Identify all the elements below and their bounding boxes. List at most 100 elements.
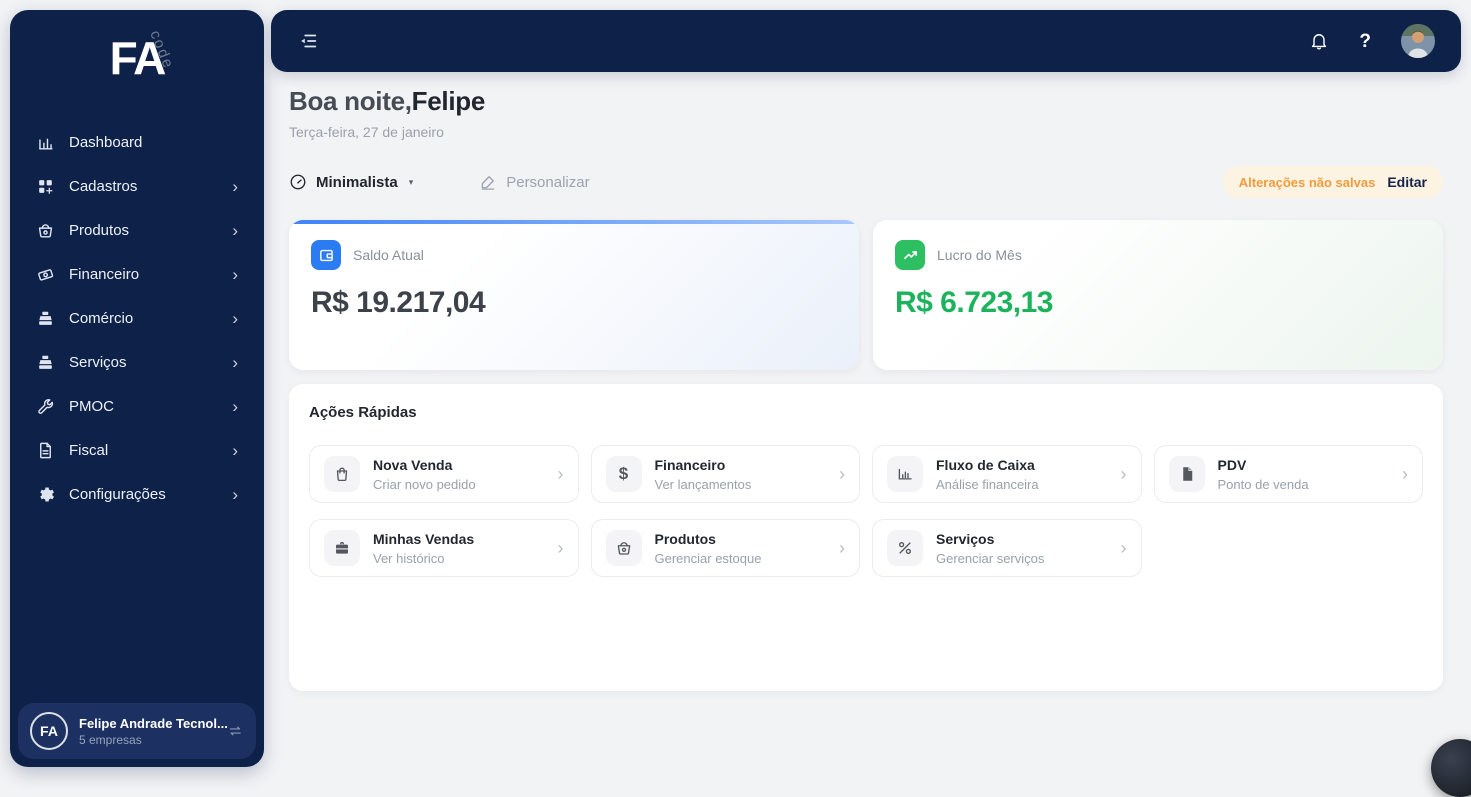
chevron-right-icon: ›	[232, 264, 238, 284]
action-servicos[interactable]: Serviços Gerenciar serviços ›	[872, 519, 1142, 577]
action-title: Financeiro	[654, 456, 726, 473]
chevron-right-icon: ›	[1120, 537, 1127, 558]
sidebar-item-label: Serviços	[69, 353, 127, 371]
sidebar-item-label: Configurações	[69, 485, 166, 503]
wallet-icon	[311, 240, 341, 270]
chevron-right-icon: ›	[232, 396, 238, 416]
sidebar-item-financeiro[interactable]: Financeiro ›	[24, 252, 250, 296]
action-subtitle: Gerenciar estoque	[654, 550, 762, 566]
action-minhas-vendas[interactable]: Minhas Vendas Ver histórico ›	[309, 519, 579, 577]
swap-icon	[227, 722, 244, 740]
sidebar-item-label: Cadastros	[69, 177, 138, 195]
action-nova-venda[interactable]: Nova Venda Criar novo pedido ›	[309, 445, 579, 503]
action-subtitle: Análise financeira	[936, 476, 1039, 492]
card-accent-line	[289, 220, 859, 224]
card-label: Saldo Atual	[353, 247, 424, 263]
edit-button[interactable]: Editar	[1387, 174, 1427, 190]
tab-personalizar[interactable]: Personalizar	[479, 173, 590, 191]
chevron-right-icon: ›	[839, 463, 845, 484]
action-subtitle: Ver lançamentos	[654, 476, 752, 492]
gauge-icon	[289, 173, 307, 191]
basket-icon	[36, 221, 55, 240]
card-label: Lucro do Mês	[937, 247, 1022, 263]
trending-up-icon	[895, 240, 925, 270]
sidebar-item-label: PMOC	[69, 397, 114, 415]
action-subtitle: Criar novo pedido	[373, 476, 476, 492]
chevron-right-icon: ›	[557, 463, 564, 484]
action-title: Fluxo de Caixa	[936, 456, 1035, 473]
receipt-icon	[1168, 456, 1205, 492]
tab-label: Personalizar	[506, 173, 590, 191]
chevron-right-icon: ›	[232, 440, 238, 460]
chart-icon	[887, 456, 923, 492]
action-financeiro[interactable]: $ Financeiro Ver lançamentos ›	[590, 445, 860, 503]
user-avatar[interactable]	[1401, 24, 1435, 58]
action-subtitle: Ver histórico	[373, 550, 445, 566]
chevron-right-icon: ›	[1120, 463, 1127, 484]
wrench-icon	[36, 397, 55, 416]
basket-icon	[605, 530, 642, 566]
sidebar: FA code Dashboard Cadastros › Produtos ›	[10, 10, 264, 767]
collapse-sidebar-icon[interactable]	[297, 30, 319, 52]
summary-cards: Saldo Atual R$ 19.217,04 Lucro do Mês R$…	[289, 220, 1443, 370]
banknote-icon	[36, 265, 55, 284]
greeting-name: Felipe	[411, 86, 486, 116]
unsaved-message: Alterações não salvas	[1238, 174, 1376, 190]
tools-icon	[887, 530, 923, 566]
chevron-right-icon: ›	[1402, 463, 1408, 484]
sidebar-item-servicos[interactable]: Serviços ›	[24, 340, 250, 384]
chevron-right-icon: ›	[839, 537, 845, 558]
chevron-right-icon: ›	[232, 484, 238, 504]
saldo-atual-value: R$ 19.217,04	[311, 286, 486, 319]
action-subtitle: Ponto de venda	[1217, 476, 1309, 492]
action-title: Serviços	[936, 530, 995, 547]
sidebar-item-label: Comércio	[69, 309, 134, 327]
lucro-do-mes-value: R$ 6.723,13	[895, 286, 1053, 319]
sidebar-item-comercio[interactable]: Comércio ›	[24, 296, 250, 340]
sidebar-item-cadastros[interactable]: Cadastros ›	[24, 164, 250, 208]
topbar: ?	[271, 10, 1461, 72]
company-switcher[interactable]: FA Felipe Andrade Tecnol... 5 empresas	[18, 703, 256, 759]
tab-label: Minimalista	[316, 173, 398, 191]
app-logo: FA code	[10, 10, 264, 106]
floating-action-button[interactable]	[1431, 739, 1471, 797]
action-produtos[interactable]: Produtos Gerenciar estoque ›	[590, 519, 860, 577]
grid-plus-icon	[36, 177, 55, 196]
cash-register-icon	[36, 309, 55, 328]
action-title: PDV	[1217, 456, 1247, 473]
bell-icon[interactable]	[1309, 31, 1329, 51]
company-name: Felipe Andrade Tecnol...	[79, 715, 228, 731]
quick-actions-grid: Nova Venda Criar novo pedido › $ Finance…	[309, 445, 1423, 577]
chevron-right-icon: ›	[557, 537, 564, 558]
sidebar-nav: Dashboard Cadastros › Produtos › Finance…	[10, 106, 264, 695]
action-fluxo-de-caixa[interactable]: Fluxo de Caixa Análise financeira ›	[872, 445, 1142, 503]
page-title: Boa noite,Felipe	[289, 86, 1443, 117]
sidebar-item-produtos[interactable]: Produtos ›	[24, 208, 250, 252]
bar-chart-icon	[36, 133, 55, 152]
greeting-date: Terça-feira, 27 de janeiro	[289, 124, 444, 140]
quick-actions-panel: Ações Rápidas Nova Venda Criar novo pedi…	[289, 384, 1443, 691]
action-pdv[interactable]: PDV Ponto de venda ›	[1153, 445, 1423, 503]
action-title: Nova Venda	[373, 456, 453, 473]
dollar-icon: $	[605, 456, 642, 492]
tab-minimalista[interactable]: Minimalista ▾	[289, 173, 413, 191]
sidebar-item-label: Financeiro	[69, 265, 140, 283]
sidebar-item-pmoc[interactable]: PMOC ›	[24, 384, 250, 428]
sidebar-item-dashboard[interactable]: Dashboard	[24, 120, 250, 164]
company-count: 5 empresas	[79, 732, 142, 747]
help-icon[interactable]: ?	[1359, 32, 1371, 51]
pen-icon	[479, 173, 497, 191]
gear-icon	[36, 485, 55, 504]
chevron-right-icon: ›	[232, 220, 238, 240]
action-title: Minhas Vendas	[373, 530, 475, 547]
quick-actions-title: Ações Rápidas	[309, 404, 417, 421]
briefcase-icon	[324, 530, 360, 566]
sidebar-item-configuracoes[interactable]: Configurações ›	[24, 472, 250, 516]
chevron-right-icon: ›	[232, 352, 238, 372]
action-subtitle: Gerenciar serviços	[936, 550, 1045, 566]
lucro-do-mes-card: Lucro do Mês R$ 6.723,13	[873, 220, 1443, 370]
sidebar-item-fiscal[interactable]: Fiscal ›	[24, 428, 250, 472]
chevron-down-icon: ▾	[408, 176, 414, 187]
sidebar-item-label: Fiscal	[69, 441, 109, 459]
sidebar-item-label: Dashboard	[69, 133, 143, 151]
